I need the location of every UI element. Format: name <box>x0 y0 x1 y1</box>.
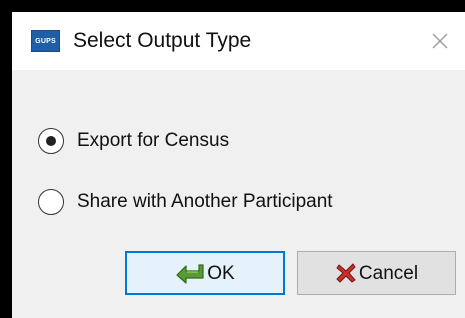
cancel-label: Cancel <box>358 262 419 284</box>
option-label: Share with Another Participant <box>77 191 333 212</box>
select-output-type-dialog: GUPS Select Output Type Export for Censu… <box>12 12 465 318</box>
radio-selected-dot <box>46 136 56 146</box>
radio-button-unselected[interactable] <box>38 189 64 215</box>
option-label: Export for Census <box>77 130 230 151</box>
green-arrow-icon <box>175 261 205 285</box>
red-x-icon <box>335 262 357 284</box>
ok-button[interactable]: OK <box>125 251 285 295</box>
option-share-with-another-participant[interactable]: Share with Another Participant <box>38 189 333 215</box>
app-icon-text: GUPS <box>35 37 56 45</box>
close-icon <box>432 33 448 49</box>
dialog-content: Export for Census Share with Another Par… <box>12 70 465 318</box>
ok-label: OK <box>207 262 235 284</box>
radio-button-selected[interactable] <box>38 128 64 154</box>
close-button[interactable] <box>415 12 465 70</box>
gups-app-icon: GUPS <box>31 30 60 52</box>
title-bar: GUPS Select Output Type <box>12 12 465 70</box>
option-export-for-census[interactable]: Export for Census <box>38 128 229 154</box>
dialog-title: Select Output Type <box>73 29 252 52</box>
cancel-button[interactable]: Cancel <box>297 251 456 295</box>
